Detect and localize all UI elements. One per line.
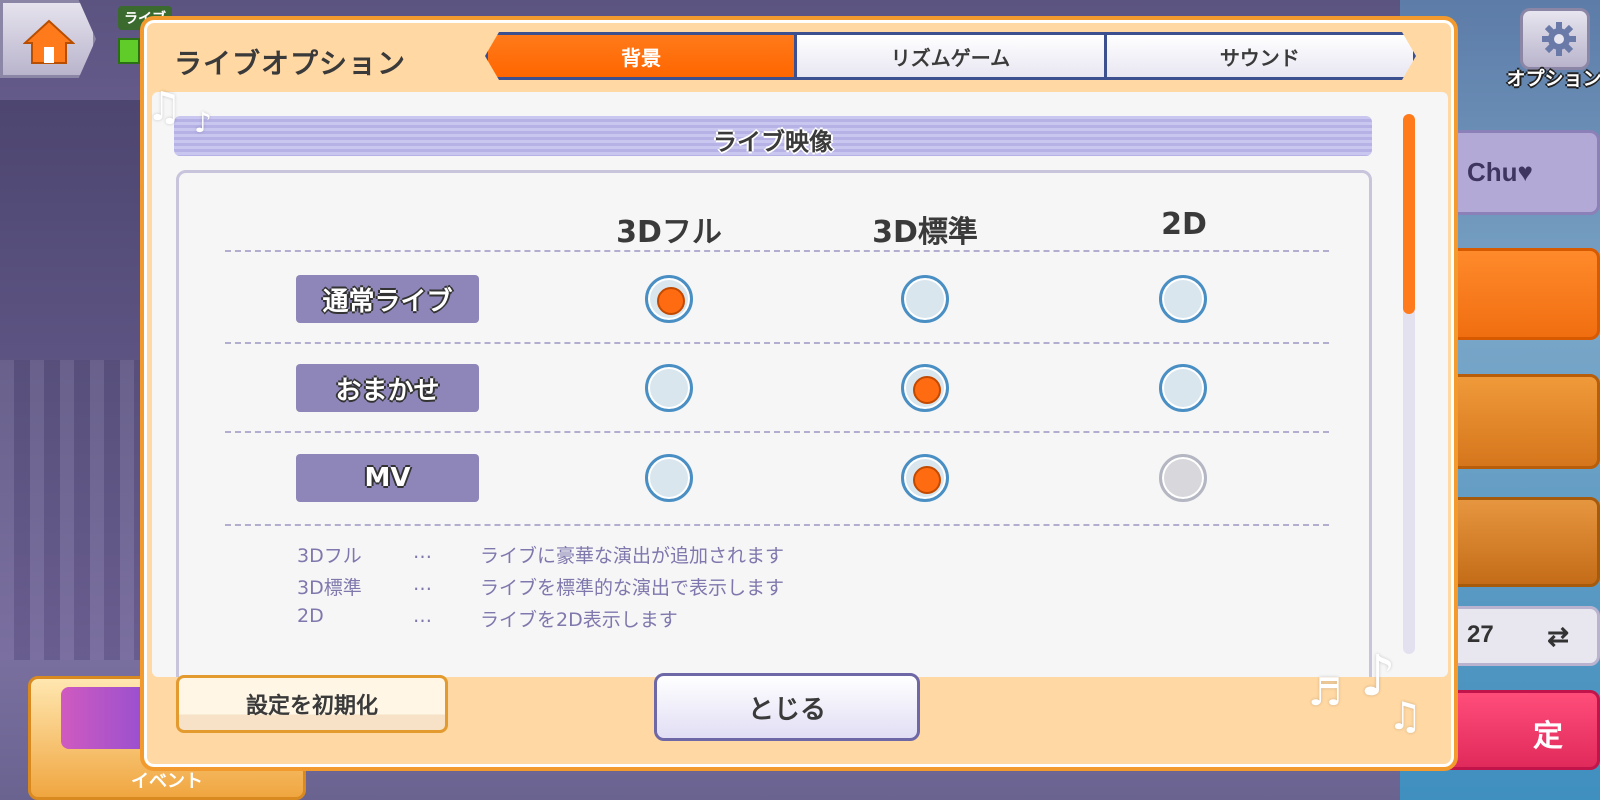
column-header-2d: 2D — [1161, 207, 1207, 242]
tab-sound[interactable]: サウンド — [1104, 32, 1416, 80]
live-option-dialog: ライブオプション 背景 リズムゲーム サウンド ライブ映像 3Dフル 3D標準 … — [140, 16, 1458, 771]
description-separator: … — [413, 605, 432, 627]
divider — [225, 342, 1329, 344]
radio-normal-3d-full[interactable] — [645, 275, 693, 323]
description-term: 3Dフル — [297, 545, 362, 567]
radio-mv-3d-standard[interactable] — [901, 454, 949, 502]
description-text: ライブを2D表示します — [480, 609, 678, 631]
radio-mv-2d — [1159, 454, 1207, 502]
side-song-label: Chu♥ — [1467, 157, 1533, 187]
description-separator: … — [413, 573, 432, 595]
section-title: ライブ映像 — [713, 128, 833, 156]
divider — [225, 431, 1329, 433]
radio-omakase-2d[interactable] — [1159, 364, 1207, 412]
radio-omakase-3d-full[interactable] — [645, 364, 693, 412]
section-header: ライブ映像 — [174, 116, 1372, 156]
stamina-gauge — [118, 38, 140, 64]
close-button[interactable]: とじる — [654, 673, 920, 741]
description-text: ライブを標準的な演出で表示します — [480, 577, 785, 599]
scrollbar-thumb[interactable] — [1403, 114, 1415, 314]
swap-icon: ⇄ — [1547, 621, 1569, 651]
option-button[interactable]: オプション — [1506, 8, 1600, 90]
description-term: 3D標準 — [297, 577, 362, 599]
video-options-table: 3Dフル 3D標準 2D 通常ライブ おまかせ MV 3Dフル … ライブに豪華… — [176, 170, 1372, 677]
gear-icon — [1542, 22, 1576, 56]
divider — [225, 524, 1329, 526]
radio-mv-3d-full[interactable] — [645, 454, 693, 502]
row-label-mv: MV — [296, 454, 479, 502]
description-separator: … — [413, 541, 432, 563]
column-header-3d-standard: 3D標準 — [872, 215, 978, 250]
option-button-frame — [1520, 8, 1590, 70]
dialog-title: ライブオプション — [174, 47, 407, 80]
row-label-normal-live: 通常ライブ — [296, 275, 479, 323]
radio-normal-2d[interactable] — [1159, 275, 1207, 323]
home-icon — [23, 19, 75, 64]
music-note-icon: ♬ — [1308, 670, 1343, 714]
radio-normal-3d-standard[interactable] — [901, 275, 949, 323]
side-count-value: 27 — [1467, 621, 1494, 648]
music-note-icon: ♪ — [194, 106, 212, 139]
row-label-omakase: おまかせ — [296, 364, 479, 412]
option-tabs: 背景 リズムゲーム サウンド — [485, 32, 1416, 80]
column-header-3d-full: 3Dフル — [616, 215, 722, 250]
scrollbar[interactable] — [1403, 114, 1415, 654]
tab-rhythm-game[interactable]: リズムゲーム — [794, 32, 1107, 80]
music-note-icon: ♫ — [1388, 694, 1423, 738]
option-label: オプション — [1506, 68, 1600, 90]
music-note-icon: ♫ — [146, 84, 182, 130]
settings-panel: ライブ映像 3Dフル 3D標準 2D 通常ライブ おまかせ MV 3Dフル … — [152, 92, 1448, 677]
radio-omakase-3d-standard[interactable] — [901, 364, 949, 412]
tab-background[interactable]: 背景 — [485, 32, 798, 80]
description-text: ライブに豪華な演出が追加されます — [480, 545, 785, 567]
home-button[interactable] — [0, 0, 96, 78]
reset-settings-button[interactable]: 設定を初期化 — [176, 675, 448, 733]
description-term: 2D — [297, 605, 324, 627]
divider — [225, 250, 1329, 252]
side-confirm-label: 定 — [1533, 719, 1563, 754]
